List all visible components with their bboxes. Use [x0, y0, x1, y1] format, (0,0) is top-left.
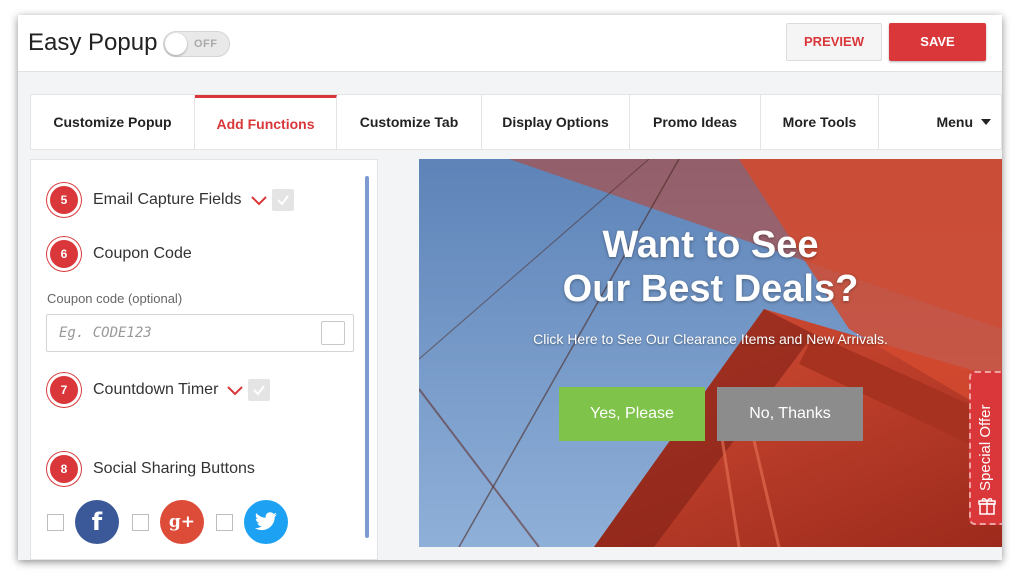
step-label: Countdown Timer [93, 381, 219, 398]
step-email-capture[interactable]: 5 Email Capture Fields [47, 183, 294, 217]
step-countdown-timer[interactable]: 7 Countdown Timer [47, 373, 271, 407]
check-icon [276, 195, 289, 206]
facebook-checkbox[interactable] [47, 513, 64, 531]
menu-dropdown[interactable]: Menu [879, 95, 1001, 149]
enabled-checkbox[interactable] [248, 379, 271, 401]
special-offer-side-tab[interactable]: Special Offer [969, 371, 1002, 525]
menu-label: Menu [936, 114, 973, 130]
chevron-down-icon[interactable] [250, 194, 268, 206]
gift-icon [978, 498, 996, 515]
tab-bar: Customize Popup Add Functions Customize … [30, 94, 1002, 150]
app-window: Easy Popup OFF PREVIEW SAVE Customize Po… [18, 15, 1002, 560]
social-google-plus: g+ [132, 500, 204, 544]
tab-display-options[interactable]: Display Options [482, 95, 630, 149]
facebook-icon[interactable]: f [75, 500, 119, 544]
twitter-icon[interactable] [244, 500, 288, 544]
step-coupon-code[interactable]: 6 Coupon Code [47, 237, 192, 271]
coupon-checkbox[interactable] [321, 321, 345, 345]
check-icon [253, 385, 266, 396]
yes-please-button[interactable]: Yes, Please [559, 387, 705, 441]
step-social-sharing[interactable]: 8 Social Sharing Buttons [47, 452, 255, 486]
popup-subtitle: Click Here to See Our Clearance Items an… [533, 331, 888, 347]
enabled-checkbox[interactable] [271, 189, 294, 211]
social-facebook: f [47, 500, 119, 544]
tab-customize-popup[interactable]: Customize Popup [31, 95, 195, 149]
coupon-input-wrapper [46, 314, 354, 352]
toggle-knob [165, 33, 187, 55]
twitter-checkbox[interactable] [216, 513, 233, 531]
step-label: Coupon Code [93, 245, 192, 262]
step-number-badge: 8 [47, 452, 81, 486]
preview-button[interactable]: PREVIEW [786, 23, 882, 61]
step-number-badge: 5 [47, 183, 81, 217]
step-label: Social Sharing Buttons [93, 460, 255, 477]
special-offer-label: Special Offer [977, 404, 994, 491]
tab-promo-ideas[interactable]: Promo Ideas [630, 95, 761, 149]
coupon-code-input[interactable] [47, 315, 307, 351]
bridge-background-image [419, 159, 1002, 547]
functions-panel: 5 Email Capture Fields 6 Coupon Code Cou… [30, 159, 378, 560]
popup-title-line2: Our Best Deals? [562, 268, 859, 310]
toggle-state-label: OFF [194, 38, 218, 50]
popup-preview: Want to See Our Best Deals? Click Here t… [419, 159, 1002, 547]
caret-down-icon [981, 119, 991, 125]
step-label: Email Capture Fields [93, 191, 242, 208]
no-thanks-button[interactable]: No, Thanks [717, 387, 863, 441]
chevron-down-icon[interactable] [226, 384, 244, 396]
social-twitter [216, 500, 288, 544]
tab-customize-tab[interactable]: Customize Tab [337, 95, 482, 149]
google-plus-icon[interactable]: g+ [160, 500, 204, 544]
step-number-badge: 6 [47, 237, 81, 271]
tab-add-functions[interactable]: Add Functions [195, 95, 337, 149]
google-plus-checkbox[interactable] [132, 513, 149, 531]
enable-toggle[interactable]: OFF [163, 31, 230, 57]
app-title: Easy Popup [28, 29, 158, 56]
save-button[interactable]: SAVE [889, 23, 986, 61]
twitter-bird-glyph [255, 512, 277, 531]
top-bar: Easy Popup OFF PREVIEW SAVE [18, 15, 1002, 72]
popup-title-line1: Want to See [602, 224, 819, 266]
coupon-field-label: Coupon code (optional) [47, 291, 183, 306]
step-number-badge: 7 [47, 373, 81, 407]
panel-scrollbar[interactable] [365, 176, 369, 538]
tab-more-tools[interactable]: More Tools [761, 95, 879, 149]
